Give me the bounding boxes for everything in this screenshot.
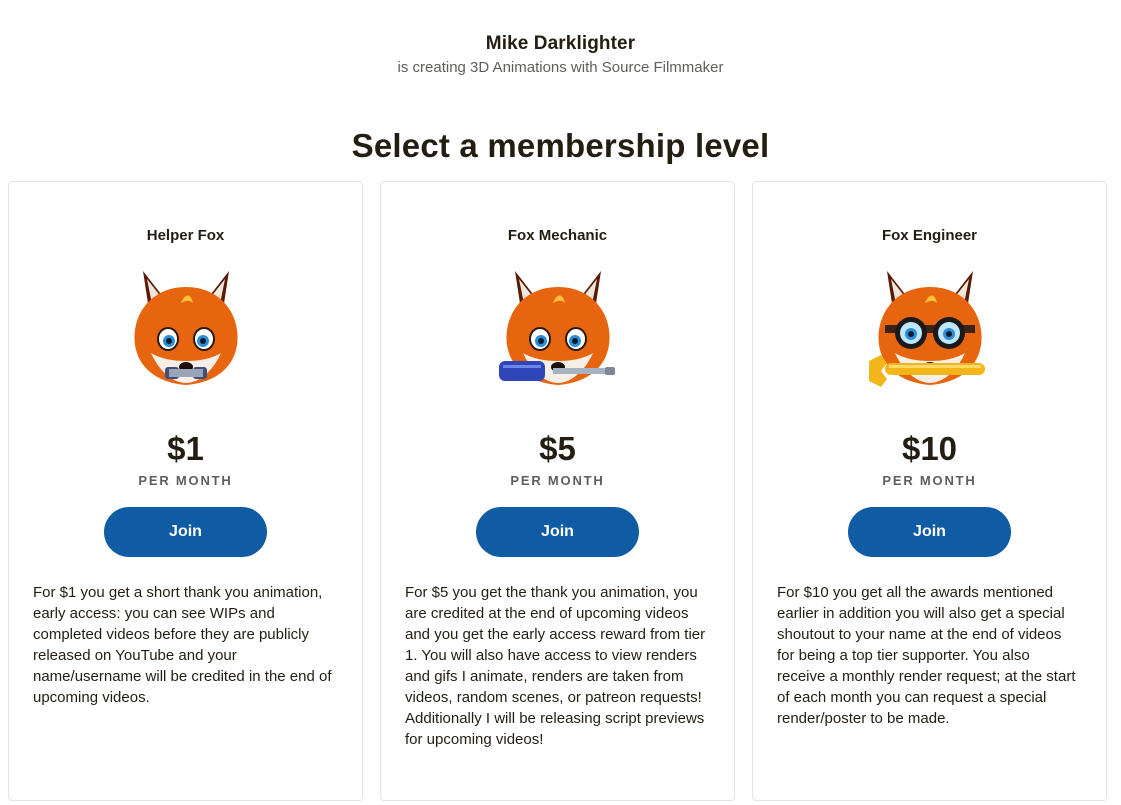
tier-description: For $1 you get a short thank you animati… [33,584,332,706]
tier-period: PER MONTH [510,473,605,488]
fox-head-icon [133,271,238,385]
tier-card-fox-engineer: Fox Engineer $10 PER MONTH Join For $10 … [752,181,1107,801]
tier-description: For $10 you get all the awards mentioned… [777,584,1076,727]
tier-list: Helper Fox $1 PER MONTH Join For $1 you … [8,181,1107,801]
creator-header: Mike Darklighter is creating 3D Animatio… [0,0,1121,78]
creator-tagline: is creating 3D Animations with Source Fi… [397,59,724,76]
tier-price: $10 [901,430,958,467]
tier-card-fox-mechanic: Fox Mechanic $5 PER MONTH Join For $5 yo… [380,181,735,801]
tier-name: Fox Engineer [881,227,978,244]
join-button-helper-fox[interactable]: Join [104,507,267,557]
tier-name: Helper Fox [146,227,225,244]
fox-goggles-wrench-image [868,271,985,387]
tier-card-helper-fox: Helper Fox $1 PER MONTH Join For $1 you … [8,181,363,801]
tier-period: PER MONTH [138,473,233,488]
creator-name[interactable]: Mike Darklighter [0,32,1121,56]
fox-screwdriver-image [498,271,615,385]
join-button-fox-mechanic[interactable]: Join [476,507,639,557]
tier-name: Fox Mechanic [507,227,608,244]
tier-price: $1 [167,430,204,467]
tier-period: PER MONTH [882,473,977,488]
tier-price: $5 [539,430,576,467]
page-title: Select a membership level [351,127,770,164]
join-button-fox-engineer[interactable]: Join [848,507,1011,557]
tier-description: For $5 you get the thank you animation, … [405,584,706,748]
fox-screw-image [133,271,238,385]
